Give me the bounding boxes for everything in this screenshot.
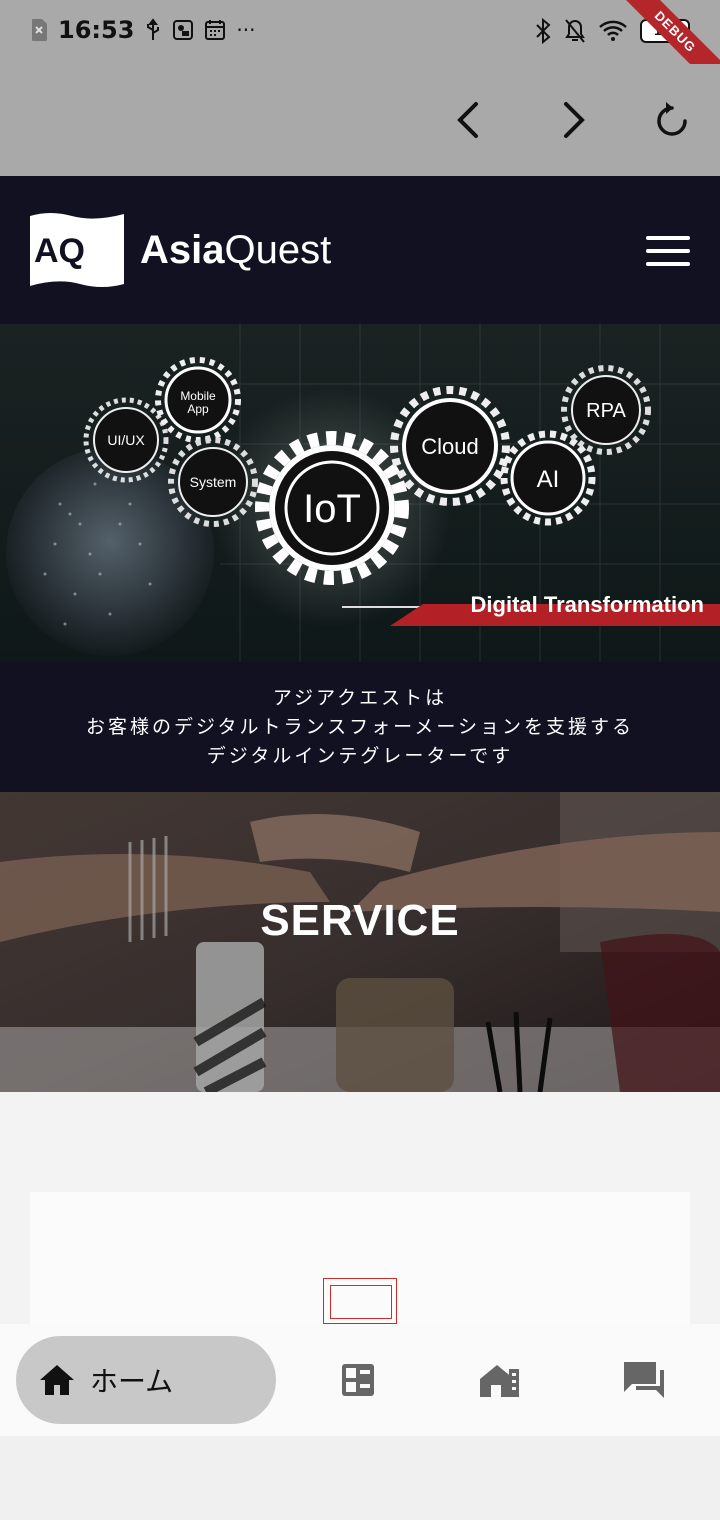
logo-wordmark: AsiaQuest	[140, 228, 331, 273]
calendar-icon	[205, 20, 226, 40]
gear-system: System	[168, 437, 258, 527]
tagline-line-1: アジアクエストは	[272, 687, 448, 709]
reload-button[interactable]	[644, 92, 700, 148]
gear-label: System	[190, 474, 237, 490]
gear-label: AI	[537, 466, 560, 493]
chevron-left-icon	[457, 102, 478, 138]
chevron-right-icon	[564, 102, 585, 138]
home-icon	[40, 1365, 74, 1395]
digital-transformation-banner: Digital Transformation	[470, 592, 704, 617]
gear-label: UI/UX	[107, 432, 145, 448]
nav-company[interactable]	[476, 1356, 524, 1404]
system-gesture-area	[0, 1436, 720, 1520]
gear-iot: IoT	[255, 431, 409, 585]
gear-label: IoT	[303, 487, 361, 531]
wifi-icon	[599, 20, 627, 41]
logo-asia: Asia	[140, 228, 225, 272]
reload-icon	[657, 102, 687, 136]
forward-button[interactable]	[546, 92, 602, 148]
asiaquest-logo[interactable]: AQ	[30, 210, 124, 295]
contact-chat-icon	[624, 1362, 664, 1398]
gear-label-mobile: Mobile	[180, 389, 216, 403]
app-notification-icon	[173, 20, 194, 40]
gear-label: Cloud	[421, 434, 478, 459]
gear-mobile-app: Mobile App	[155, 357, 241, 443]
status-bar: 16:53 ··· 100 DEBUG	[0, 0, 720, 101]
logo-quest: Quest	[224, 228, 332, 272]
hero-banner: UI/UX Mobile App System IoT Cloud AI RPA…	[0, 324, 720, 662]
gear-uiux: UI/UX	[83, 397, 169, 483]
tagline-line-3: デジタルインテグレーターです	[206, 745, 514, 767]
sim-card-icon	[32, 19, 47, 41]
browser-toolbar	[0, 64, 720, 176]
logo-mark-text: AQ	[34, 232, 85, 270]
usb-icon	[147, 18, 160, 40]
service-section[interactable]: SERVICE	[0, 792, 720, 1092]
services-grid-icon	[342, 1364, 374, 1396]
tagline-line-2: お客様のデジタルトランスフォーメーションを支援する	[85, 716, 635, 738]
service-title: SERVICE	[260, 896, 460, 945]
gear-label: RPA	[586, 400, 626, 422]
menu-button[interactable]	[646, 236, 690, 266]
gear-rpa: RPA	[561, 365, 651, 455]
bottom-navigation: ホーム	[0, 1324, 720, 1436]
status-time: 16:53	[58, 16, 135, 44]
more-dots: ···	[236, 18, 256, 42]
nav-home-label: ホーム	[90, 1365, 174, 1398]
hamburger-icon	[646, 236, 690, 240]
bell-off-icon	[565, 19, 585, 43]
gear-ai: AI	[500, 430, 596, 526]
nav-contact[interactable]	[620, 1356, 668, 1404]
back-button[interactable]	[440, 92, 496, 148]
loading-placeholder-box	[323, 1278, 397, 1324]
company-building-icon	[480, 1365, 519, 1397]
gear-cloud: Cloud	[390, 386, 510, 506]
site-header: AQ AsiaQuest	[0, 176, 720, 324]
nav-services[interactable]	[334, 1356, 382, 1404]
company-tagline: アジアクエストは お客様のデジタルトランスフォーメーションを支援する デジタルイ…	[0, 662, 720, 792]
bluetooth-icon	[536, 18, 551, 44]
nav-home[interactable]: ホーム	[16, 1336, 276, 1424]
gear-label-app: App	[187, 402, 209, 416]
content-area	[0, 1092, 720, 1332]
